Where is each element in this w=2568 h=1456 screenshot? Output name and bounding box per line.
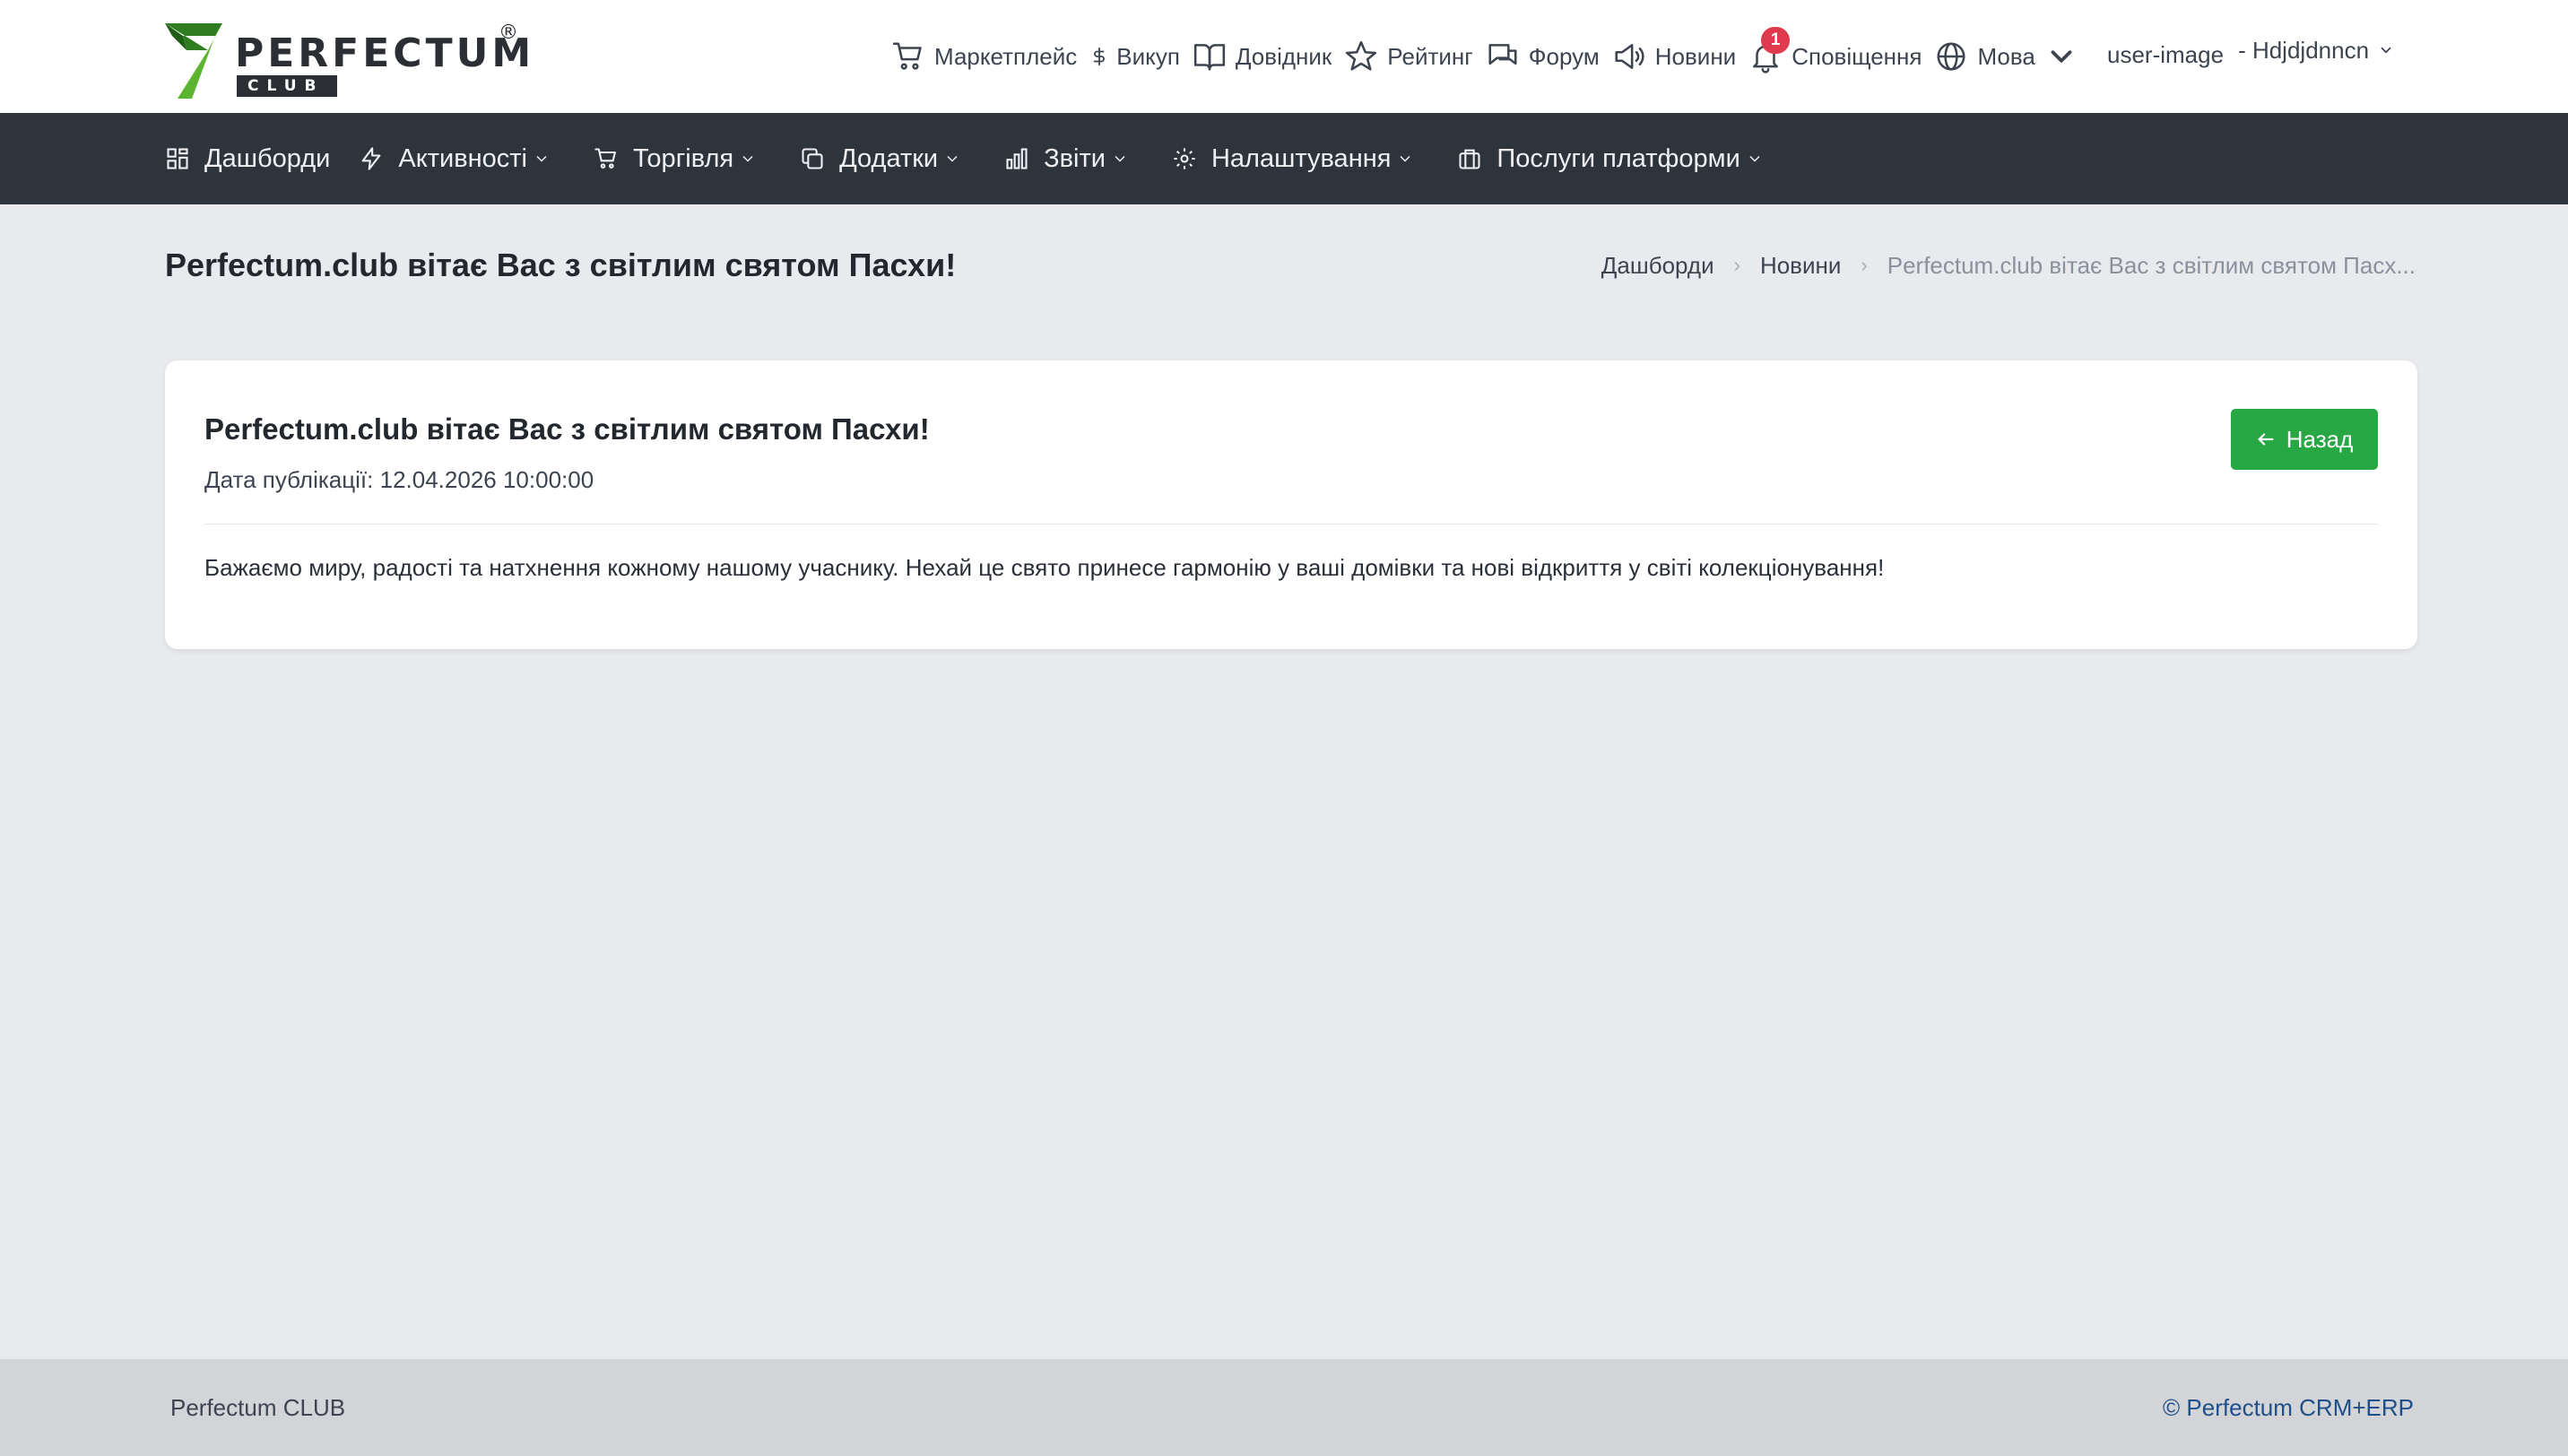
topnav-language-label: Мова — [1977, 42, 2035, 70]
topnav-guide-label: Довідник — [1235, 42, 1332, 70]
brand-logo[interactable]: PERFECTUM ® CLUB — [165, 22, 531, 99]
mainnav-activities-label: Активності — [398, 143, 527, 173]
topnav-buyout-label: Викуп — [1116, 42, 1180, 70]
mainnav-platform-services[interactable]: Послуги платформи — [1457, 144, 1777, 174]
top-bar: PERFECTUM ® CLUB Маркетплейс Викуп Довід… — [0, 0, 2568, 113]
footer: Perfectum CLUB © Perfectum CRM+ERP — [0, 1359, 2568, 1456]
bar-chart-icon — [1006, 148, 1028, 169]
lightning-icon — [361, 147, 381, 170]
topnav-marketplace-label: Маркетплейс — [934, 42, 1078, 70]
main-nav: Дашборди Активності Торгівля Додатки Зві… — [0, 113, 2568, 204]
breadcrumb: Дашборди › Новини › Perfectum.club вітає… — [1601, 252, 2416, 280]
news-card: Perfectum.club вітає Вас з світлим свято… — [165, 360, 2417, 649]
topnav-buyout[interactable]: Викуп — [1089, 39, 1180, 74]
mainnav-dashboards[interactable]: Дашборди — [165, 144, 330, 174]
user-name: - Hdjdjdnncn — [2238, 37, 2394, 65]
mainnav-reports[interactable]: Звіти — [1004, 144, 1143, 174]
user-menu[interactable]: user-image - Hdjdjdnncn — [2107, 14, 2394, 86]
logo-mark-icon — [165, 23, 222, 99]
mainnav-addons-label: Додатки — [839, 143, 939, 173]
topnav-notifications-label: Сповіщення — [1792, 42, 1922, 70]
topnav-forum[interactable]: Форум — [1486, 39, 1600, 74]
brand-wordmark: PERFECTUM — [235, 30, 535, 76]
topnav-notifications[interactable]: 1 Сповіщення — [1748, 27, 1922, 74]
cart-icon — [892, 42, 922, 70]
page-header: Perfectum.club вітає Вас з світлим свято… — [165, 242, 2416, 289]
mainnav-reports-label: Звіти — [1044, 143, 1106, 173]
back-button-label: Назад — [2286, 425, 2354, 453]
news-publish-date: Дата публікації: 12.04.2026 10:00:00 — [204, 466, 594, 494]
topnav-forum-label: Форум — [1528, 42, 1600, 70]
avatar: user-image — [2107, 32, 2224, 69]
arrow-left-icon — [2258, 433, 2274, 446]
copy-icon — [802, 148, 823, 169]
mainnav-platform-services-label: Послуги платформи — [1497, 143, 1740, 173]
breadcrumb-separator-icon: › — [1861, 254, 1868, 276]
topnav-news-label: Новини — [1654, 42, 1737, 70]
notifications-count-badge: 1 — [1761, 27, 1791, 54]
breadcrumb-item-dashboards[interactable]: Дашборди — [1601, 252, 1714, 280]
avatar-alt-text: user-image — [2107, 40, 2225, 68]
mainnav-settings-label: Налаштування — [1210, 143, 1392, 173]
dollar-icon — [1093, 47, 1106, 66]
mainnav-activities[interactable]: Активності — [359, 144, 565, 174]
footer-copyright-link[interactable]: © Perfectum CRM+ERP — [2163, 1394, 2414, 1422]
news-date-label: Дата публікації: — [204, 466, 374, 493]
brand-registered-mark: ® — [499, 22, 518, 44]
chevron-down-icon — [1749, 155, 1760, 162]
mainnav-settings[interactable]: Налаштування — [1172, 144, 1428, 174]
star-icon — [1346, 40, 1377, 71]
chevron-down-icon — [1400, 155, 1410, 162]
topnav-rating-label: Рейтинг — [1387, 42, 1473, 70]
chevron-down-icon — [947, 155, 958, 162]
megaphone-icon — [1615, 44, 1644, 69]
user-name-label: - Hdjdjdnncn — [2238, 36, 2370, 64]
topnav-news[interactable]: Новини — [1612, 39, 1736, 74]
chevron-down-icon — [1115, 155, 1125, 162]
back-button[interactable]: Назад — [2231, 409, 2378, 470]
dashboard-grid-icon — [167, 148, 188, 169]
breadcrumb-separator-icon: › — [1733, 254, 1740, 276]
breadcrumb-item-news[interactable]: Новини — [1760, 252, 1841, 280]
footer-brand: Perfectum CLUB — [170, 1393, 346, 1421]
brand-club-label: CLUB — [237, 75, 337, 97]
topnav-rating[interactable]: Рейтинг — [1344, 39, 1473, 74]
chat-icon — [1488, 44, 1517, 65]
cart-icon — [594, 148, 616, 169]
breadcrumb-current: Perfectum.club вітає Вас з світлим свято… — [1887, 251, 2416, 279]
mainnav-trade[interactable]: Торгівля — [594, 144, 771, 174]
chevron-down-icon — [536, 155, 547, 162]
topnav-marketplace[interactable]: Маркетплейс — [891, 39, 1077, 74]
news-body: Бажаємо миру, радості та натхнення кожно… — [204, 554, 1885, 581]
mainnav-addons[interactable]: Додатки — [800, 144, 976, 174]
chevron-down-icon — [2051, 50, 2072, 63]
globe-icon — [1937, 42, 1966, 71]
mainnav-trade-label: Торгівля — [632, 143, 734, 173]
top-nav: Маркетплейс Викуп Довідник Рейтинг Форум… — [891, 27, 2100, 77]
news-date-value: 12.04.2026 10:00:00 — [379, 466, 594, 493]
briefcase-icon — [1459, 149, 1480, 169]
gear-icon — [1174, 148, 1195, 169]
chevron-down-icon — [742, 155, 753, 162]
topnav-guide[interactable]: Довідник — [1193, 39, 1332, 74]
news-title: Perfectum.club вітає Вас з світлим свято… — [204, 412, 930, 446]
mainnav-dashboards-label: Дашборди — [204, 143, 331, 173]
page-title: Perfectum.club вітає Вас з світлим свято… — [165, 247, 957, 283]
topnav-language[interactable]: Мова — [1934, 39, 2086, 74]
book-icon — [1193, 44, 1226, 71]
chevron-down-icon — [2381, 47, 2391, 54]
